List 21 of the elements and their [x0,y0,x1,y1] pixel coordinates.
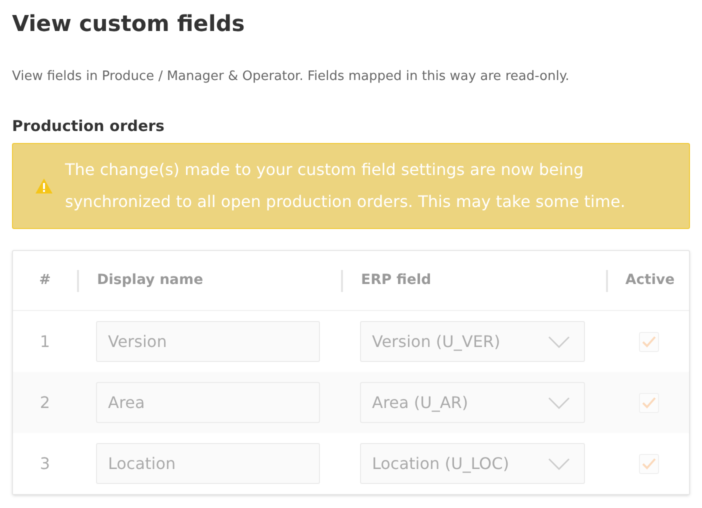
page-title: View custom fields [12,11,245,39]
description-text: View fields in Produce / Manager & Operator. Fields mapped in this way are read-only. [12,68,570,86]
warning-icon [35,178,53,194]
column-header: Display name [97,271,204,290]
row-number: 3 [40,452,50,474]
erp-field-select[interactable]: Area (U_AR) [360,382,585,423]
erp-field-select[interactable]: Version (U_VER) [360,321,585,362]
active-checkbox[interactable] [639,454,659,474]
column-header: ERP field [361,271,432,290]
chevron-down-icon [548,396,570,408]
alert-message: The change(s) made to your custom field settings are now being synchronized to all open production orders. This may take some time. [65,159,626,213]
active-checkbox[interactable] [639,332,659,352]
active-checkbox[interactable] [639,392,659,412]
column-header: Active [625,271,675,290]
row-number: 1 [40,330,50,352]
section-heading: Production orders [12,116,164,137]
chevron-down-icon [548,336,570,348]
row-number: 2 [40,392,50,414]
chevron-down-icon [548,458,570,470]
erp-field-select[interactable]: Location (U_LOC) [360,443,585,484]
column-header: # [39,271,51,290]
